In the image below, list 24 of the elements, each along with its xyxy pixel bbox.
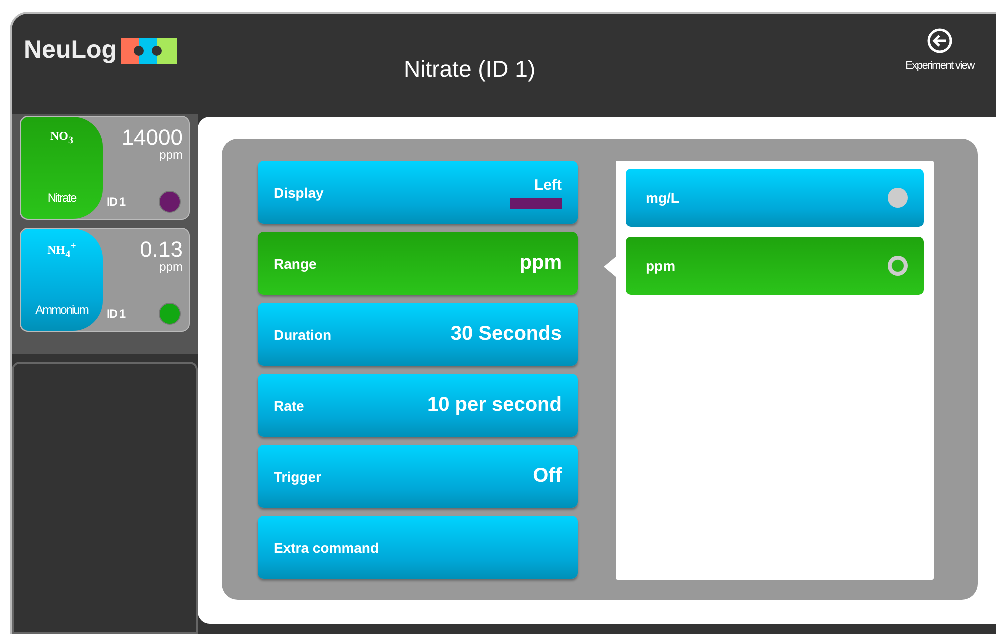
radio-button[interactable] — [888, 256, 908, 276]
sensor-id: ID 1 — [107, 195, 126, 209]
logo-text: NeuLog — [24, 36, 118, 65]
option-item[interactable]: mg/L — [626, 169, 924, 227]
option-item[interactable]: ppm — [626, 237, 924, 295]
sensor-name: Nitrate — [48, 191, 76, 205]
radio-button[interactable] — [888, 188, 908, 208]
sensor-name: Ammonium — [36, 303, 88, 317]
menu-item[interactable]: Extra command — [258, 516, 578, 579]
sensor-card[interactable]: NO$_{3}$ Nitrate 14000 ppm ID 1 — [20, 116, 190, 220]
menu-item[interactable]: Display Left — [258, 161, 578, 224]
window-title: Nitrate (ID 1) — [404, 56, 537, 83]
logo-icon — [121, 38, 178, 64]
sensor-value: 0.13 — [140, 239, 183, 261]
experiment-view-button[interactable]: Experiment view — [900, 28, 980, 72]
sensor-formula: NO$_{3}$ — [50, 129, 74, 146]
menu-item[interactable]: Duration 30 Seconds — [258, 303, 578, 366]
menu-item[interactable]: Range ppm — [258, 232, 578, 295]
menu-item[interactable]: Rate 10 per second — [258, 374, 578, 437]
menu-item[interactable]: Trigger Off — [258, 445, 578, 508]
sensor-value: 14000 — [122, 127, 183, 149]
sensor-unit: ppm — [160, 261, 183, 273]
sensor-unit: ppm — [160, 149, 183, 161]
sensor-id: ID 1 — [107, 307, 126, 321]
